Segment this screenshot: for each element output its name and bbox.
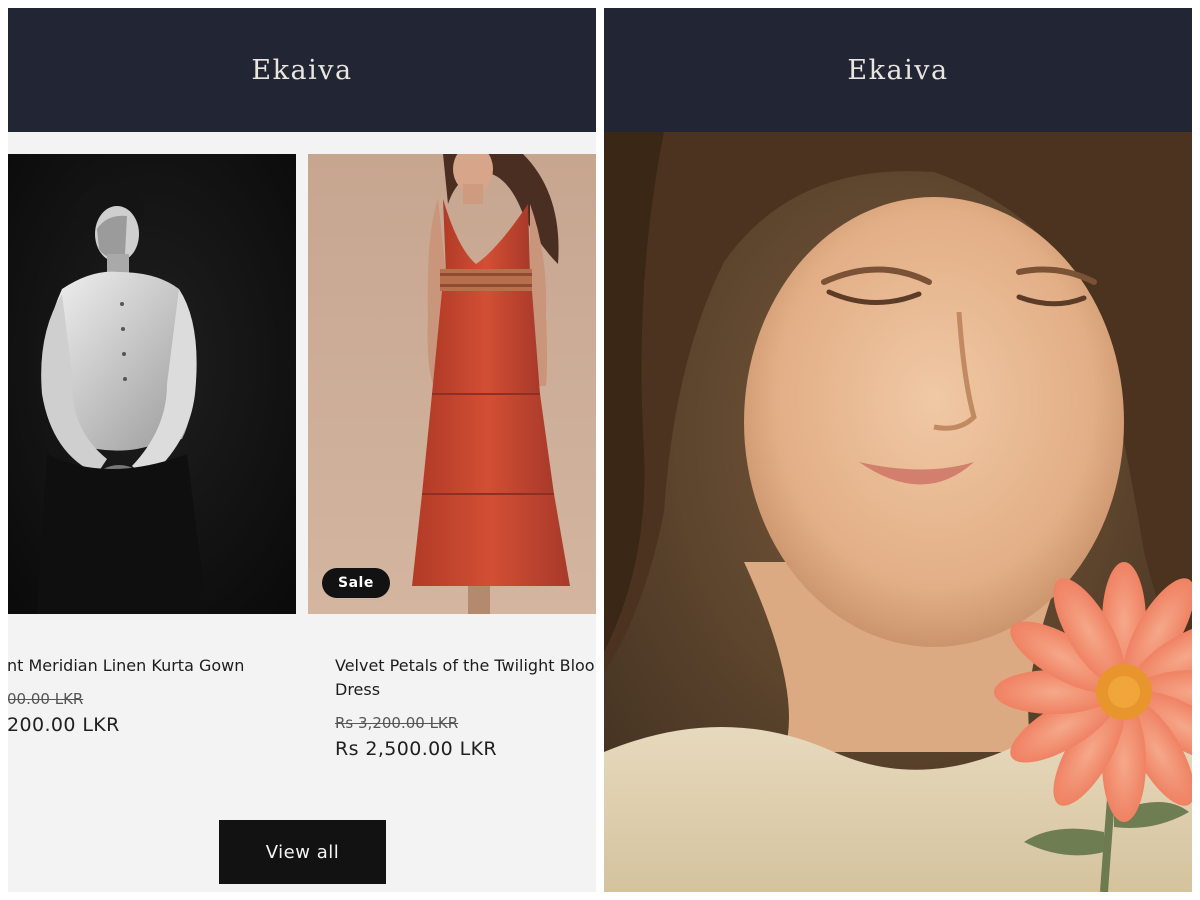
right-screen: Ekaiva — [604, 8, 1192, 892]
original-price: 00.00 LKR — [8, 690, 84, 708]
product-card[interactable] — [8, 154, 296, 614]
product-info: nt Meridian Linen Kurta Gown 00.00 LKR 2… — [8, 654, 297, 736]
site-header: Ekaiva — [8, 8, 596, 132]
product-title[interactable]: Velvet Petals of the Twilight Bloo Dress — [335, 654, 596, 702]
product-carousel[interactable]: Sale nt Meridian Linen Kurta Gown 00.00 … — [8, 132, 596, 812]
brand-logo[interactable]: Ekaiva — [847, 55, 948, 86]
sale-price: Rs 2,500.00 LKR — [335, 738, 498, 760]
brand-logo[interactable]: Ekaiva — [251, 55, 352, 86]
product-card[interactable]: Sale — [308, 154, 596, 614]
product-image-red-dress[interactable] — [308, 154, 596, 614]
site-header: Ekaiva — [604, 8, 1192, 132]
sale-badge: Sale — [322, 568, 390, 598]
view-all-button[interactable]: View all — [219, 820, 386, 884]
sale-price: 200.00 LKR — [8, 714, 120, 736]
product-title[interactable]: nt Meridian Linen Kurta Gown — [8, 654, 297, 678]
portrait-painting — [604, 132, 1192, 892]
product-image-man-white-shirt[interactable] — [8, 154, 296, 614]
product-info: Velvet Petals of the Twilight Bloo Dress… — [335, 654, 596, 760]
left-screen: Ekaiva Sale nt Meridian Linen Kurta Gown… — [8, 8, 596, 892]
hero-image[interactable] — [604, 132, 1192, 892]
original-price: Rs 3,200.00 LKR — [335, 714, 459, 732]
